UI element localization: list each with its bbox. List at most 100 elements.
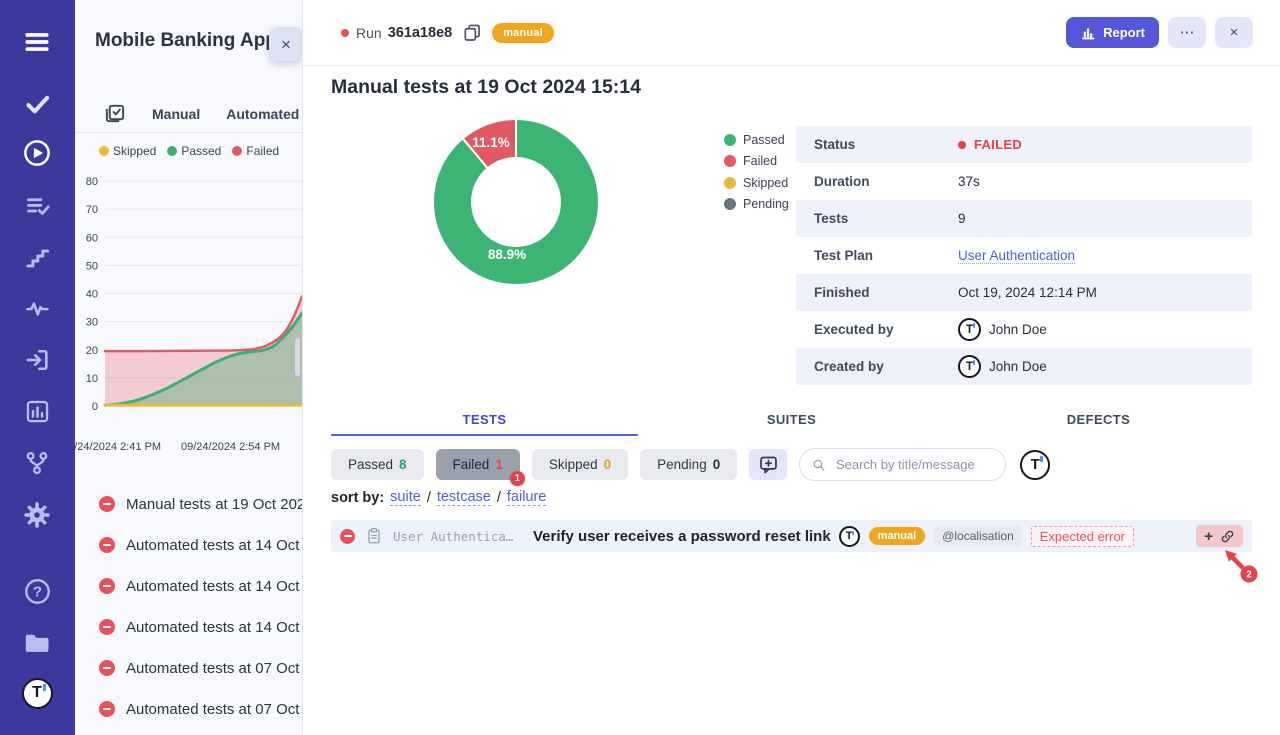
run-header-bar: Run 361a18e8 manual Report ⋯ × (304, 0, 1280, 66)
panel-scrollbar[interactable] (295, 338, 300, 376)
skipped-dot (724, 177, 736, 189)
play-circle-icon[interactable] (20, 136, 54, 170)
more-actions-button[interactable]: ⋯ (1168, 17, 1206, 48)
help-icon[interactable]: ? (20, 574, 54, 608)
donut-legend-failed[interactable]: Failed (724, 154, 789, 169)
copy-run-id-button[interactable] (462, 22, 482, 43)
passed-dot (167, 146, 177, 156)
sort-by-testcase-link[interactable]: testcase (437, 489, 491, 506)
testomat-logo-icon[interactable]: T (20, 676, 54, 710)
assignee-avatar[interactable]: T (1020, 450, 1050, 480)
annotation-arrow: 2 (1197, 541, 1261, 589)
expected-error-badge: Expected error (1031, 526, 1134, 547)
run-type-badge: manual (492, 23, 554, 43)
run-list-item[interactable]: Automated tests at 07 Oct 2024 (99, 656, 303, 680)
tab-defects[interactable]: DEFECTS (945, 404, 1252, 434)
sort-row: sort by: suite / testcase / failure (331, 489, 546, 506)
filter-failed-button[interactable]: Failed1 1 (436, 449, 520, 480)
filter-pending-button[interactable]: Pending0 (640, 449, 737, 480)
runs-panel-tabs: Manual Automated (75, 95, 303, 133)
run-id: 361a18e8 (388, 25, 453, 41)
run-list-item[interactable]: Automated tests at 14 Oct 2024 (99, 615, 303, 639)
sort-by-suite-link[interactable]: suite (390, 489, 421, 506)
search-icon (812, 457, 826, 473)
sort-by-failure-link[interactable]: failure (507, 489, 547, 506)
detail-row-tests: Tests 9 (796, 200, 1252, 237)
run-list: Manual tests at 19 Oct 2024 Automated te… (75, 480, 303, 735)
detail-row-finished: Finished Oct 19, 2024 12:14 PM (796, 274, 1252, 311)
sort-label: sort by: (331, 490, 384, 506)
svg-text:20: 20 (86, 345, 98, 357)
tab-suites[interactable]: SUITES (638, 404, 945, 434)
search-input[interactable] (834, 456, 993, 473)
filter-passed-button[interactable]: Passed8 (331, 449, 424, 480)
panel-close-button[interactable]: × (269, 27, 303, 61)
failed-dot (724, 155, 736, 167)
run-detail-pane: Run 361a18e8 manual Report ⋯ × Manual te… (304, 0, 1280, 735)
svg-text:80: 80 (86, 176, 98, 188)
failed-run-icon (99, 701, 115, 717)
tab-automated[interactable]: Automated (226, 106, 299, 122)
legend-item-passed[interactable]: Passed (167, 144, 221, 158)
trend-x-axis: 09/24/2024 2:41 PM 09/24/2024 2:54 PM (75, 441, 303, 455)
skipped-dot (99, 146, 109, 156)
steps-icon[interactable] (20, 240, 54, 274)
analytics-chart-icon[interactable] (20, 394, 54, 428)
import-login-icon[interactable] (20, 343, 54, 377)
failed-test-icon (340, 529, 355, 544)
results-donut-chart: 88.9%11.1% (430, 116, 602, 288)
legend-item-skipped[interactable]: Skipped (99, 144, 156, 158)
donut-legend-passed[interactable]: Passed (724, 132, 789, 147)
menu-icon[interactable] (20, 25, 54, 59)
close-run-button[interactable]: × (1215, 17, 1253, 48)
tests-count-value: 9 (958, 211, 966, 226)
comment-add-button[interactable] (749, 449, 787, 480)
tab-tests[interactable]: TESTS (331, 404, 638, 434)
report-button[interactable]: Report (1066, 17, 1159, 48)
run-list-item[interactable]: Automated tests at 14 Oct 2024 (99, 574, 303, 598)
select-runs-icon[interactable] (103, 102, 126, 125)
sidebar: ? T (0, 0, 75, 735)
status-value: FAILED (974, 137, 1022, 152)
svg-text:?: ? (32, 583, 41, 600)
test-plan-link[interactable]: User Authentication (958, 248, 1075, 264)
activity-pulse-icon[interactable] (20, 291, 54, 325)
finished-value: Oct 19, 2024 12:14 PM (958, 285, 1097, 300)
failed-run-icon (99, 578, 115, 594)
branch-icon[interactable] (20, 446, 54, 480)
run-list-item[interactable]: Automated tests at 14 Oct 2024 (99, 533, 303, 557)
svg-text:30: 30 (86, 317, 98, 329)
user-avatar: T (958, 355, 981, 378)
test-title[interactable]: Verify user receives a password reset li… (533, 528, 831, 545)
suite-name[interactable]: User Authentica… (393, 529, 525, 544)
message-plus-icon (758, 453, 779, 476)
run-details-table: Status FAILED Duration 37s Tests 9 Test … (796, 126, 1252, 385)
test-tag: @localisation (934, 526, 1022, 546)
list-check-icon[interactable] (20, 189, 54, 223)
svg-text:10: 10 (86, 373, 98, 385)
legend-item-failed[interactable]: Failed (232, 144, 279, 158)
clipboard-icon (366, 527, 382, 545)
duration-value: 37s (958, 174, 980, 189)
annotation-step-number: 2 (1246, 570, 1252, 581)
folder-icon[interactable] (20, 626, 54, 660)
run-title: Manual tests at 19 Oct 2024 15:14 (331, 76, 641, 99)
donut-legend-pending[interactable]: Pending (724, 197, 789, 212)
failed-run-icon (99, 660, 115, 676)
logo-letter: T (32, 684, 42, 702)
tab-manual[interactable]: Manual (152, 106, 200, 122)
filter-skipped-button[interactable]: Skipped0 (532, 449, 628, 480)
donut-legend-skipped[interactable]: Skipped (724, 175, 789, 190)
failed-dot (232, 146, 242, 156)
trend-chart-legend: Skipped Passed Failed (75, 144, 303, 158)
passed-dot (724, 134, 736, 146)
svg-text:88.9%: 88.9% (488, 247, 526, 262)
filter-row: Passed8 Failed1 1 Skipped0 Pending0 T (331, 448, 1252, 481)
check-icon[interactable] (20, 86, 54, 120)
run-list-item[interactable]: Manual tests at 19 Oct 2024 (99, 492, 303, 516)
run-list-item[interactable]: Automated tests at 07 Oct 2024 (99, 697, 303, 721)
test-result-row[interactable]: User Authentica… Verify user receives a … (331, 520, 1252, 552)
settings-gear-icon[interactable] (20, 498, 54, 532)
failed-run-icon (99, 496, 115, 512)
detail-row-test-plan: Test Plan User Authentication (796, 237, 1252, 274)
